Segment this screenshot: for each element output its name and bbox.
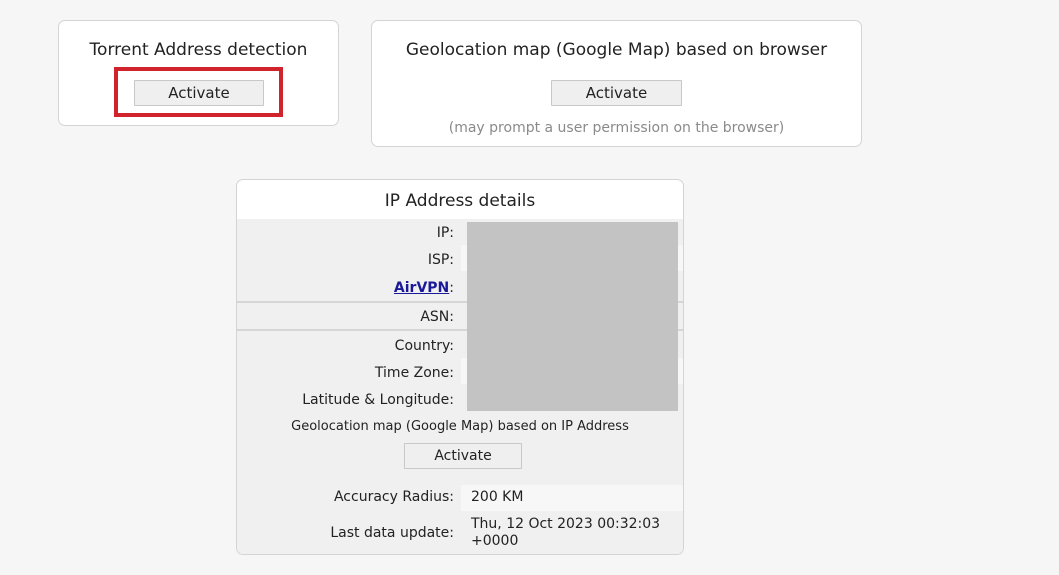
last-update-label: Last data update: — [330, 525, 454, 541]
torrent-detection-card: Torrent Address detection Activate — [58, 20, 339, 126]
ip-label: IP: — [436, 225, 454, 241]
torrent-activate-button[interactable]: Activate — [134, 80, 264, 106]
last-update-value-line1: Thu, 12 Oct 2023 00:32:03 — [471, 516, 661, 532]
timezone-label: Time Zone: — [374, 365, 454, 381]
redacted-values-block — [467, 222, 678, 411]
accuracy-value: 200 KM — [471, 489, 524, 505]
latlong-label: Latitude & Longitude: — [302, 392, 454, 408]
airvpn-colon: : — [449, 280, 454, 296]
airvpn-label: AirVPN: — [394, 280, 454, 296]
ip-geolocation-caption: Geolocation map (Google Map) based on IP… — [291, 419, 629, 434]
airvpn-link[interactable]: AirVPN — [394, 280, 449, 296]
ip-geolocation-activate-button[interactable]: Activate — [404, 443, 522, 469]
browser-geolocation-title: Geolocation map (Google Map) based on br… — [405, 40, 828, 60]
isp-label: ISP: — [427, 252, 454, 268]
ip-details-body: IP: ISP: AirVPN: ASN: Country: Time Zone… — [237, 219, 683, 554]
ip-details-title: IP Address details — [384, 191, 536, 211]
country-label: Country: — [394, 338, 454, 354]
asn-label: ASN: — [420, 309, 454, 325]
browser-geolocation-activate-button[interactable]: Activate — [551, 80, 682, 106]
browser-permission-note: (may prompt a user permission on the bro… — [448, 120, 785, 136]
last-update-value-line2: +0000 — [471, 533, 519, 549]
browser-geolocation-card: Geolocation map (Google Map) based on br… — [371, 20, 862, 147]
torrent-detection-title: Torrent Address detection — [89, 40, 308, 60]
accuracy-label: Accuracy Radius: — [333, 489, 454, 505]
ip-details-card: IP Address details IP: ISP: AirVPN: ASN:… — [236, 179, 684, 555]
